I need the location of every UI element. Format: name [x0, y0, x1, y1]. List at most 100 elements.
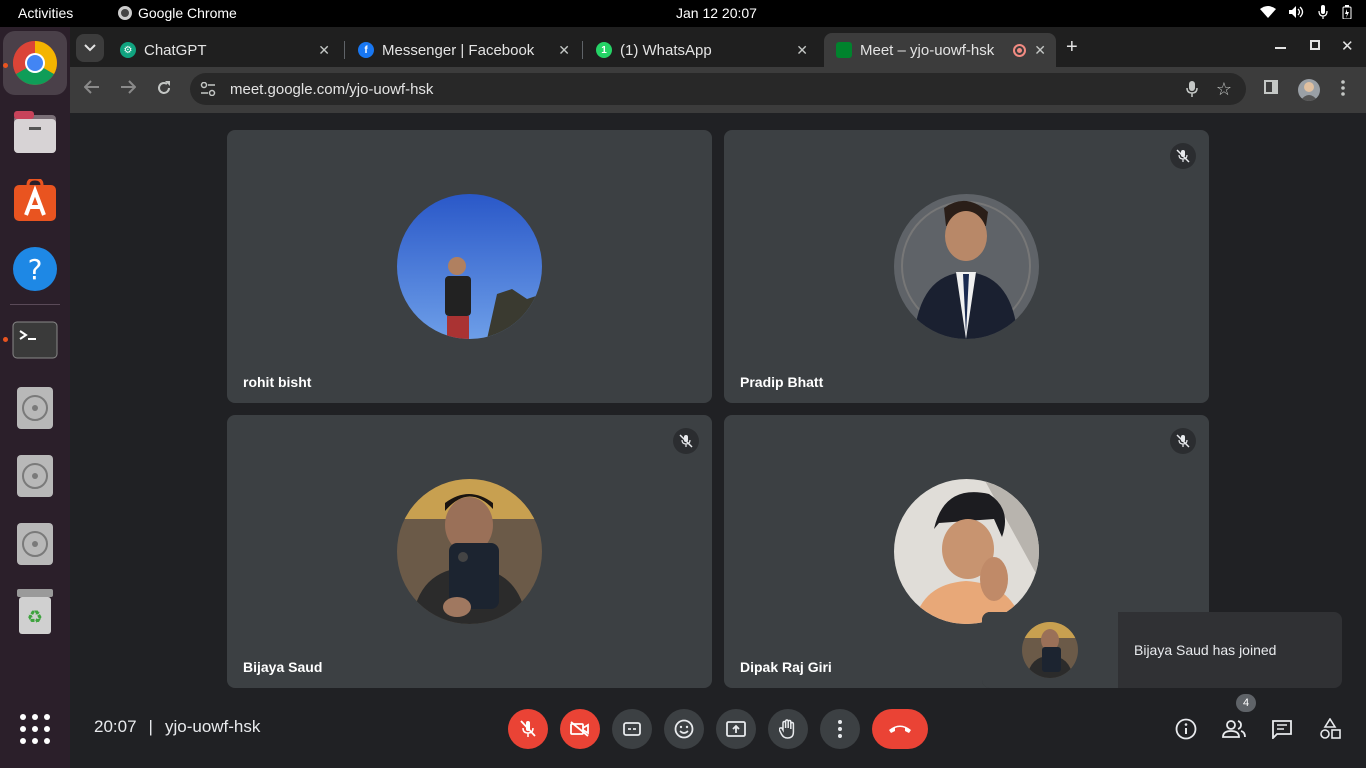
meeting-details: 20:07 | yjo-uowf-hsk — [94, 717, 260, 737]
people-icon — [1222, 720, 1246, 738]
toggle-microphone-button[interactable] — [508, 709, 548, 749]
profile-avatar[interactable] — [1298, 79, 1320, 101]
system-tray[interactable] — [1260, 5, 1352, 22]
bookmark-star-icon[interactable]: ☆ — [1216, 79, 1232, 100]
hand-icon — [779, 719, 795, 739]
participant-tile[interactable]: Pradip Bhatt — [724, 130, 1209, 403]
call-end-icon — [889, 725, 911, 733]
dock-help[interactable]: ? — [11, 245, 59, 293]
toggle-camera-button[interactable] — [560, 709, 600, 749]
avatar — [1022, 622, 1078, 678]
whatsapp-icon: 1 — [596, 42, 612, 58]
chrome-window: ⚙ ChatGPT ✕ f Messenger | Facebook ✕ 1 (… — [70, 27, 1366, 768]
activities-button[interactable]: Activities — [18, 5, 73, 21]
dock-disc-2[interactable] — [11, 452, 59, 500]
dock-terminal[interactable] — [11, 316, 59, 364]
dock-trash[interactable]: ♻ — [11, 588, 59, 636]
microphone-icon[interactable] — [1186, 81, 1198, 97]
back-arrow-icon[interactable] — [83, 80, 100, 99]
activities-panel-button[interactable] — [1316, 715, 1344, 743]
tab-separator — [582, 41, 583, 59]
chevron-down-icon — [84, 44, 96, 52]
maximize-button[interactable] — [1310, 40, 1320, 50]
trash-icon: ♻ — [17, 589, 53, 634]
system-clock[interactable]: Jan 12 20:07 — [676, 5, 757, 21]
closed-captions-icon — [623, 722, 641, 736]
tab-whatsapp[interactable]: 1 (1) WhatsApp ✕ — [584, 33, 818, 67]
participant-tile[interactable]: Bijaya Saud — [227, 415, 712, 688]
tab-search-button[interactable] — [76, 34, 104, 62]
mic-off-icon — [673, 428, 699, 454]
people-button[interactable] — [1220, 715, 1248, 743]
dock-files[interactable] — [11, 109, 59, 157]
svg-text:♻: ♻ — [27, 607, 43, 628]
microphone-icon — [1316, 5, 1330, 22]
close-window-button[interactable]: ✕ — [1341, 37, 1354, 55]
tab-meet[interactable]: Meet – yjo-uowf-hsk ✕ — [824, 33, 1056, 67]
leave-call-button[interactable] — [872, 709, 928, 749]
reactions-button[interactable] — [664, 709, 704, 749]
tab-messenger[interactable]: f Messenger | Facebook ✕ — [346, 33, 580, 67]
volume-icon — [1288, 5, 1304, 22]
shapes-icon — [1320, 718, 1341, 739]
dock-software[interactable] — [11, 177, 59, 225]
more-options-button[interactable] — [820, 709, 860, 749]
participant-tile[interactable]: rohit bisht — [227, 130, 712, 403]
ubuntu-dock: ? ♻ — [0, 27, 70, 768]
dock-chrome[interactable] — [11, 39, 59, 87]
google-meet-icon — [836, 42, 852, 58]
participant-name: Bijaya Saud — [243, 659, 323, 675]
videocam-off-icon — [570, 721, 589, 737]
meeting-time: 20:07 — [94, 717, 137, 736]
chatgpt-icon: ⚙ — [120, 42, 136, 58]
mic-off-icon — [520, 720, 536, 737]
terminal-icon — [12, 321, 58, 359]
system-top-bar: Activities Google Chrome Jan 12 20:07 — [0, 0, 1366, 27]
chat-button[interactable] — [1268, 715, 1296, 743]
app-store-icon — [14, 179, 56, 221]
more-vert-icon[interactable] — [1341, 80, 1345, 101]
url-text[interactable]: meet.google.com/yjo-uowf-hsk — [230, 81, 433, 98]
participant-name: Pradip Bhatt — [740, 374, 824, 390]
side-panel-icon[interactable] — [1264, 80, 1278, 99]
close-icon[interactable]: ✕ — [796, 42, 808, 59]
battery-icon — [1342, 5, 1352, 22]
dock-disc-1[interactable] — [11, 384, 59, 432]
dock-separator — [10, 304, 60, 305]
notification-thumbnail — [982, 612, 1118, 688]
dock-disc-3[interactable] — [11, 520, 59, 568]
running-indicator — [3, 337, 8, 342]
tab-title: Messenger | Facebook — [382, 41, 535, 59]
close-icon[interactable]: ✕ — [558, 42, 570, 59]
site-settings-icon[interactable] — [200, 82, 216, 96]
app-menu[interactable]: Google Chrome — [118, 5, 237, 21]
avatar — [397, 194, 542, 339]
forward-arrow-icon[interactable] — [120, 80, 137, 99]
avatar — [894, 194, 1039, 339]
browser-toolbar: meet.google.com/yjo-uowf-hsk ☆ — [70, 67, 1366, 113]
tab-title: (1) WhatsApp — [620, 41, 712, 59]
close-icon[interactable]: ✕ — [318, 42, 330, 59]
tab-strip: ⚙ ChatGPT ✕ f Messenger | Facebook ✕ 1 (… — [70, 27, 1366, 67]
tab-chatgpt[interactable]: ⚙ ChatGPT ✕ — [108, 33, 340, 67]
meeting-control-bar: 20:07 | yjo-uowf-hsk 4 — [70, 691, 1366, 768]
meeting-details-button[interactable] — [1172, 715, 1200, 743]
captions-button[interactable] — [612, 709, 652, 749]
disc-drive-icon — [17, 455, 53, 497]
new-tab-button[interactable]: + — [1066, 36, 1078, 59]
raise-hand-button[interactable] — [768, 709, 808, 749]
present-screen-button[interactable] — [716, 709, 756, 749]
reload-icon[interactable] — [156, 80, 172, 101]
recording-indicator-icon — [1013, 43, 1026, 57]
show-apps-button[interactable] — [11, 705, 59, 753]
address-bar[interactable]: meet.google.com/yjo-uowf-hsk ☆ — [190, 73, 1246, 105]
minimize-button[interactable] — [1275, 47, 1286, 49]
avatar — [894, 479, 1039, 624]
svg-text:?: ? — [28, 253, 43, 286]
participant-name: Dipak Raj Giri — [740, 659, 832, 675]
help-icon: ? — [13, 247, 57, 291]
files-icon — [14, 111, 56, 153]
chrome-app-icon — [118, 6, 132, 20]
close-icon[interactable]: ✕ — [1034, 42, 1046, 59]
tab-separator — [344, 41, 345, 59]
